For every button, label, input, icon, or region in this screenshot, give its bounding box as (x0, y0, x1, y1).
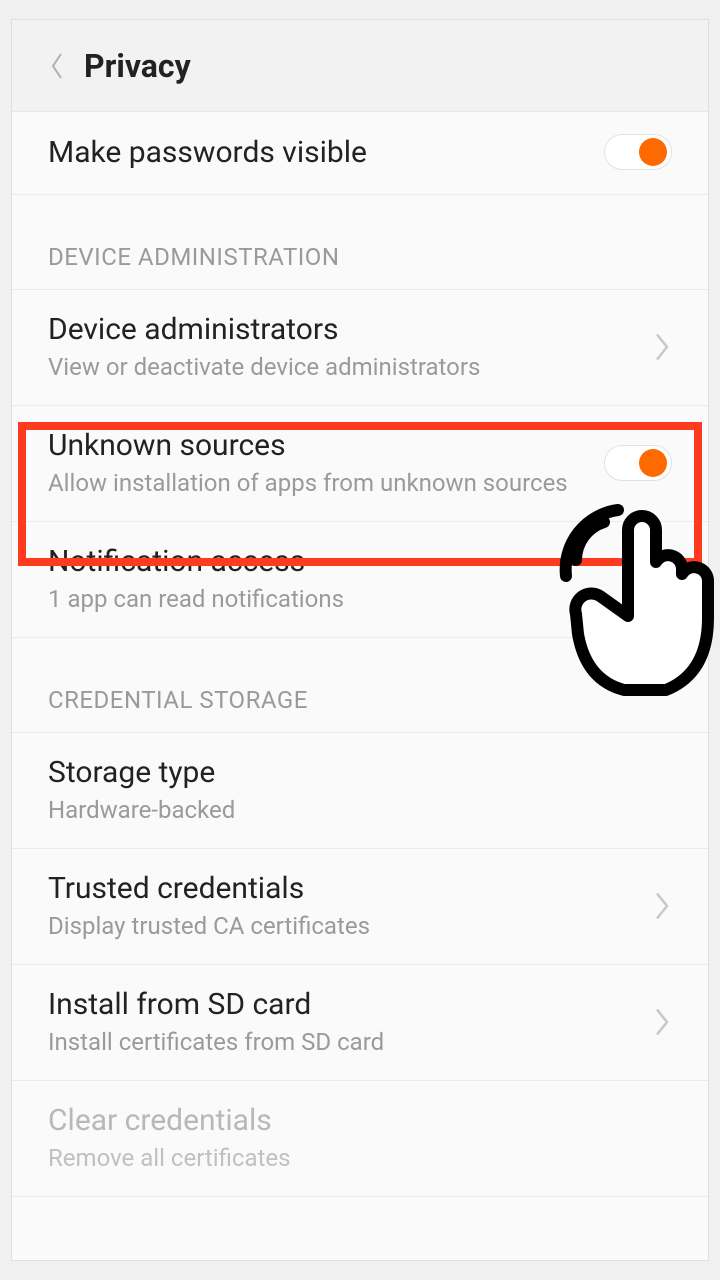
row-subtitle: Remove all certificates (48, 1144, 672, 1172)
row-storage-type[interactable]: Storage type Hardware-backed (12, 733, 708, 849)
toggle-passwords-visible[interactable] (604, 134, 672, 170)
row-subtitle: Hardware-backed (48, 796, 672, 824)
row-subtitle: 1 app can read notifications (48, 585, 672, 613)
back-button[interactable] (40, 36, 74, 96)
row-trusted-credentials[interactable]: Trusted credentials Display trusted CA c… (12, 849, 708, 965)
row-install-from-sd-card[interactable]: Install from SD card Install certificate… (12, 965, 708, 1081)
settings-list: Make passwords visible DEVICE ADMINISTRA… (12, 112, 708, 1197)
row-subtitle: View or deactivate device administrators (48, 353, 640, 381)
chevron-right-icon (652, 888, 672, 924)
chevron-right-icon (652, 329, 672, 365)
section-credential-storage: CREDENTIAL STORAGE (12, 638, 708, 733)
header-bar: Privacy (12, 20, 708, 112)
toggle-unknown-sources[interactable] (604, 445, 672, 481)
row-make-passwords-visible[interactable]: Make passwords visible (12, 112, 708, 195)
row-subtitle: Allow installation of apps from unknown … (48, 469, 596, 497)
toggle-knob (639, 449, 667, 477)
chevron-right-icon (652, 1004, 672, 1040)
row-title: Make passwords visible (48, 135, 596, 170)
section-device-administration: DEVICE ADMINISTRATION (12, 195, 708, 290)
row-title: Storage type (48, 755, 672, 790)
row-title: Trusted credentials (48, 871, 640, 906)
row-subtitle: Install certificates from SD card (48, 1028, 640, 1056)
row-unknown-sources[interactable]: Unknown sources Allow installation of ap… (12, 406, 708, 522)
row-clear-credentials: Clear credentials Remove all certificate… (12, 1081, 708, 1197)
row-device-administrators[interactable]: Device administrators View or deactivate… (12, 290, 708, 406)
chevron-left-icon (49, 52, 65, 80)
row-title: Install from SD card (48, 987, 640, 1022)
row-notification-access[interactable]: Notification access 1 app can read notif… (12, 522, 708, 638)
page-title: Privacy (84, 47, 191, 85)
row-title: Unknown sources (48, 428, 596, 463)
row-title: Device administrators (48, 312, 640, 347)
toggle-knob (639, 138, 667, 166)
row-title: Clear credentials (48, 1103, 672, 1138)
row-title: Notification access (48, 544, 672, 579)
row-subtitle: Display trusted CA certificates (48, 912, 640, 940)
